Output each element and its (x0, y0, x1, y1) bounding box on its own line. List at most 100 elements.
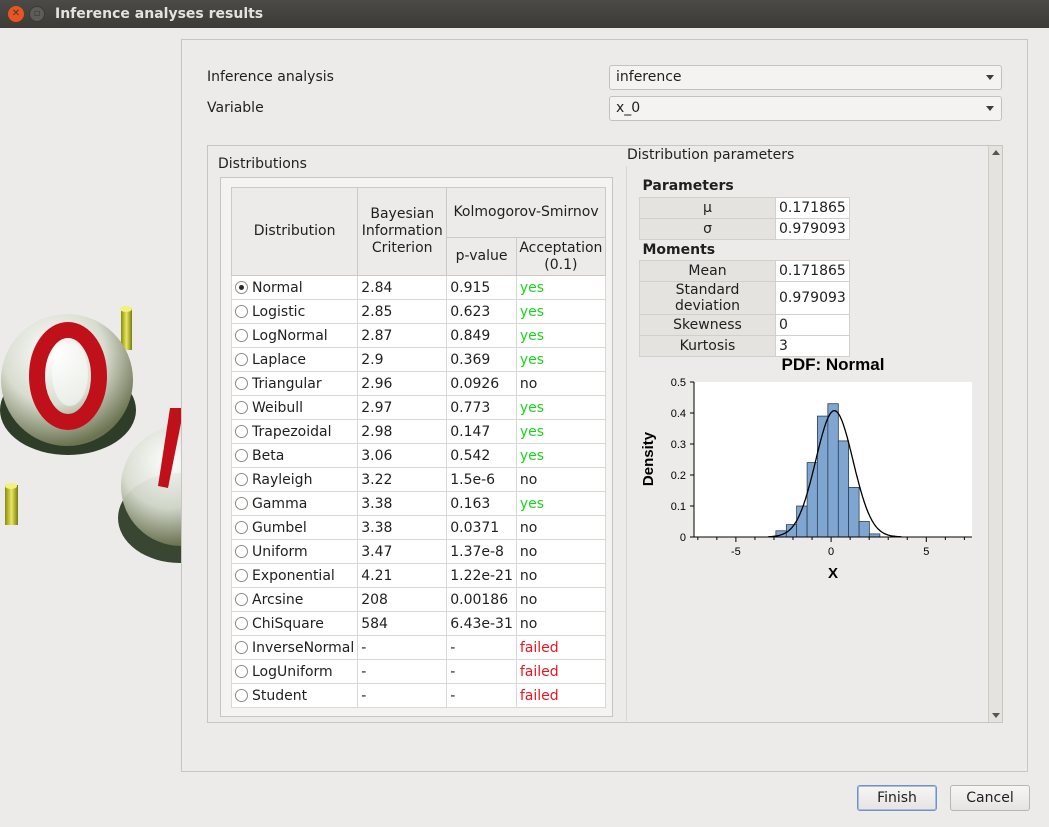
moment-label: Mean (639, 259, 776, 282)
y-tick-label: 0 (680, 532, 686, 544)
distribution-name: InverseNormal (252, 639, 355, 656)
analysis-select[interactable]: inference (609, 65, 1002, 90)
table-row[interactable]: Trapezoidal 2.98 0.147 yes (230, 419, 606, 444)
decorative-logo-image (0, 28, 181, 827)
col-header-ks: Kolmogorov-Smirnov (446, 187, 606, 238)
acceptance-cell: yes (515, 275, 606, 300)
distribution-name: Exponential (252, 567, 335, 584)
radio-button[interactable] (235, 424, 248, 438)
table-row[interactable]: Gamma 3.38 0.163 yes (230, 491, 606, 516)
distribution-cell[interactable]: Gamma (230, 491, 359, 516)
pvalue-cell: 1.37e-8 (446, 539, 517, 564)
col-header-acceptance[interactable]: Acceptation (0.1) (515, 237, 606, 276)
radio-button[interactable] (235, 664, 248, 678)
bic-cell: 2.97 (357, 395, 448, 420)
table-row[interactable]: ChiSquare 584 6.43e-31 no (230, 611, 606, 636)
table-row[interactable]: Logistic 2.85 0.623 yes (230, 299, 606, 324)
distribution-cell[interactable]: Beta (230, 443, 359, 468)
table-row[interactable]: Student - - failed (230, 683, 606, 708)
radio-button[interactable] (235, 496, 248, 510)
radio-button[interactable] (235, 376, 248, 390)
radio-button[interactable] (235, 472, 248, 486)
table-row[interactable]: Rayleigh 3.22 1.5e-6 no (230, 467, 606, 492)
distribution-cell[interactable]: Weibull (230, 395, 359, 420)
distribution-name: Weibull (252, 399, 304, 416)
radio-button[interactable] (235, 304, 248, 318)
distribution-cell[interactable]: Student (230, 683, 359, 708)
y-tick-label: 0.3 (671, 439, 686, 451)
bic-cell: 2.84 (357, 275, 448, 300)
parameters-scrollbar[interactable] (988, 146, 1002, 722)
distribution-cell[interactable]: Rayleigh (230, 467, 359, 492)
table-row[interactable]: Triangular 2.96 0.0926 no (230, 371, 606, 396)
cancel-button[interactable]: Cancel (950, 785, 1030, 811)
variable-select[interactable]: x_0 (609, 96, 1002, 121)
table-row[interactable]: Gumbel 3.38 0.0371 no (230, 515, 606, 540)
distribution-cell[interactable]: Triangular (230, 371, 359, 396)
x-tick-label: 0 (828, 546, 834, 558)
table-row[interactable]: LogUniform - - failed (230, 659, 606, 684)
distribution-cell[interactable]: Logistic (230, 299, 359, 324)
histogram-bar (858, 521, 870, 538)
table-row[interactable]: Normal 2.84 0.915 yes (230, 275, 606, 300)
scroll-down-icon[interactable] (992, 713, 1000, 718)
distribution-cell[interactable]: Laplace (230, 347, 359, 372)
col-header-bic[interactable]: Bayesian Information Criterion (357, 187, 448, 276)
distribution-cell[interactable]: LogNormal (230, 323, 359, 348)
radio-button[interactable] (235, 448, 248, 462)
radio-button[interactable] (235, 352, 248, 366)
radio-button[interactable] (235, 520, 248, 534)
distribution-cell[interactable]: Arcsine (230, 587, 359, 612)
variable-select-value: x_0 (616, 100, 641, 116)
bic-cell: - (357, 659, 448, 684)
radio-button[interactable] (235, 568, 248, 582)
table-row[interactable]: Laplace 2.9 0.369 yes (230, 347, 606, 372)
radio-button[interactable] (235, 616, 248, 630)
distribution-cell[interactable]: Exponential (230, 563, 359, 588)
col-header-distribution[interactable]: Distribution (230, 187, 359, 276)
bic-cell: 2.96 (357, 371, 448, 396)
moment-value: 0.979093 (775, 280, 850, 315)
table-row[interactable]: Weibull 2.97 0.773 yes (230, 395, 606, 420)
parameters-header: Parameters (642, 178, 734, 195)
pvalue-cell: 0.542 (446, 443, 517, 468)
table-row[interactable]: Beta 3.06 0.542 yes (230, 443, 606, 468)
finish-button[interactable]: Finish (857, 785, 937, 811)
radio-button[interactable] (235, 544, 248, 558)
minimize-icon[interactable]: ▫ (29, 6, 45, 22)
acceptance-cell: yes (515, 323, 606, 348)
distribution-cell[interactable]: ChiSquare (230, 611, 359, 636)
table-row[interactable]: InverseNormal - - failed (230, 635, 606, 660)
distribution-cell[interactable]: Normal (230, 275, 359, 300)
param-value: 0.979093 (775, 217, 850, 240)
table-row[interactable]: Arcsine 208 0.00186 no (230, 587, 606, 612)
acceptance-cell: no (515, 539, 606, 564)
moments-header: Moments (642, 241, 716, 258)
distribution-cell[interactable]: LogUniform (230, 659, 359, 684)
distribution-cell[interactable]: Trapezoidal (230, 419, 359, 444)
distributions-table: Distribution Bayesian Information Criter… (230, 187, 606, 708)
close-icon[interactable]: ✕ (8, 6, 24, 22)
col-header-pvalue[interactable]: p-value (446, 237, 517, 276)
distribution-cell[interactable]: InverseNormal (230, 635, 359, 660)
histogram-bar (837, 440, 850, 538)
table-row[interactable]: LogNormal 2.87 0.849 yes (230, 323, 606, 348)
distribution-cell[interactable]: Uniform (230, 539, 359, 564)
table-row[interactable]: Uniform 3.47 1.37e-8 no (230, 539, 606, 564)
radio-button[interactable] (235, 688, 248, 702)
histogram-bar (848, 486, 860, 538)
bic-cell: 3.47 (357, 539, 448, 564)
scroll-up-icon[interactable] (992, 150, 1000, 155)
acceptance-cell: no (515, 371, 606, 396)
radio-button[interactable] (235, 280, 248, 294)
acceptance-cell: no (515, 515, 606, 540)
radio-button[interactable] (235, 640, 248, 654)
radio-button[interactable] (235, 328, 248, 342)
acceptance-cell: no (515, 467, 606, 492)
radio-button[interactable] (235, 400, 248, 414)
radio-button[interactable] (235, 592, 248, 606)
pvalue-cell: 0.773 (446, 395, 517, 420)
distribution-cell[interactable]: Gumbel (230, 515, 359, 540)
distributions-title: Distributions (218, 156, 307, 172)
table-row[interactable]: Exponential 4.21 1.22e-21 no (230, 563, 606, 588)
